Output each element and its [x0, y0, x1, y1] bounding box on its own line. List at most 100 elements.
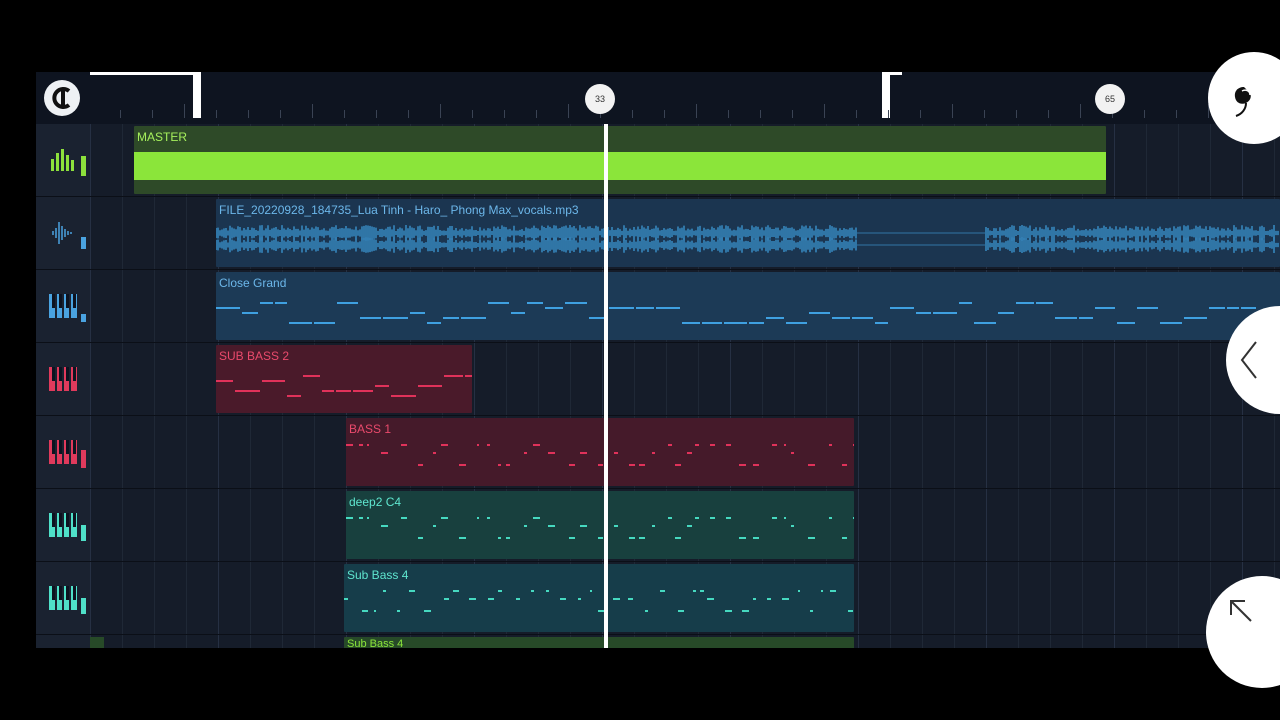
- note: [346, 517, 353, 519]
- note: [821, 590, 823, 592]
- note: [695, 517, 699, 519]
- note: [675, 537, 681, 539]
- note: [359, 444, 363, 446]
- note: [798, 590, 800, 592]
- note: [418, 537, 423, 539]
- clip-label: Close Grand: [219, 276, 287, 290]
- note: [418, 385, 442, 387]
- note: [808, 537, 815, 539]
- track-divider: [90, 415, 1280, 416]
- note: [702, 322, 722, 324]
- note: [336, 390, 351, 392]
- note: [262, 380, 285, 382]
- note: [367, 444, 369, 446]
- magnet-icon[interactable]: [44, 80, 80, 116]
- track-header-deep2[interactable]: [36, 489, 90, 562]
- ruler-tick: [408, 110, 409, 118]
- grid-line: [90, 124, 91, 648]
- note: [443, 317, 459, 319]
- level-meter: [81, 314, 86, 322]
- bar-marker-33[interactable]: 33: [585, 84, 615, 114]
- track-divider: [90, 196, 1280, 197]
- note: [533, 517, 540, 519]
- clip-bass-1[interactable]: BASS 1: [346, 418, 854, 486]
- piano-icon: [49, 513, 77, 537]
- note: [809, 312, 830, 314]
- note: [498, 537, 501, 539]
- note: [375, 385, 389, 387]
- note: [1016, 302, 1034, 304]
- note: [875, 322, 888, 324]
- clip-sub-bass-4-b[interactable]: Sub Bass 4: [344, 637, 854, 648]
- note: [580, 452, 587, 454]
- timeline-ruler[interactable]: 33 65: [90, 72, 1280, 124]
- track-header-bass-1[interactable]: [36, 416, 90, 489]
- clip-vocals-audio[interactable]: FILE_20220928_184735_Lua Tinh - Haro_ Ph…: [216, 199, 1280, 267]
- note: [687, 525, 692, 527]
- note: [749, 322, 764, 324]
- ruler-tick: [1176, 110, 1177, 118]
- note: [784, 517, 786, 519]
- note: [216, 380, 233, 382]
- note: [652, 525, 655, 527]
- ruler-tick: [632, 110, 633, 118]
- note: [381, 452, 388, 454]
- note: [998, 312, 1014, 314]
- note: [682, 322, 700, 324]
- loop-start-handle[interactable]: [193, 72, 201, 118]
- note: [687, 452, 692, 454]
- clip-fragment: [90, 637, 104, 648]
- note: [506, 464, 510, 466]
- ruler-tick: [536, 110, 537, 118]
- note: [786, 322, 807, 324]
- clip-sub-bass-4[interactable]: Sub Bass 4: [344, 564, 854, 632]
- note: [1055, 317, 1077, 319]
- track-header-close-grand[interactable]: [36, 270, 90, 343]
- ruler-tick: [504, 110, 505, 118]
- note: [766, 317, 784, 319]
- track-header-master[interactable]: [36, 124, 90, 197]
- playlist-grid[interactable]: MASTER FILE_20220928_184735_Lua Tinh - H…: [90, 124, 1280, 648]
- note: [235, 390, 260, 392]
- note: [830, 590, 836, 592]
- ruler-tick: [984, 110, 985, 118]
- timeline-ruler-bar[interactable]: 33 65: [36, 72, 1280, 124]
- ruler-tick: [952, 104, 953, 118]
- track-headers: [36, 124, 91, 648]
- ruler-tick: [1048, 110, 1049, 118]
- track-header-sub-bass-4[interactable]: [36, 562, 90, 635]
- clip-deep2-c4[interactable]: deep2 C4: [346, 491, 854, 559]
- note: [216, 307, 240, 309]
- note: [314, 322, 335, 324]
- note: [1184, 317, 1207, 319]
- note: [974, 322, 996, 324]
- ruler-tick: [1080, 104, 1081, 118]
- clip-close-grand[interactable]: Close Grand: [216, 272, 1280, 340]
- note: [628, 598, 633, 600]
- piano-icon: [49, 440, 77, 464]
- note: [401, 444, 407, 446]
- ruler-tick: [696, 104, 697, 118]
- clip-master[interactable]: MASTER: [134, 126, 1106, 194]
- note: [791, 525, 794, 527]
- ruler-tick: [568, 104, 569, 118]
- note: [383, 317, 408, 319]
- track-header-sub-bass-2[interactable]: [36, 343, 90, 416]
- note: [725, 610, 732, 612]
- note: [590, 590, 592, 592]
- ruler-tick: [120, 110, 121, 118]
- level-meter: [81, 525, 86, 541]
- ruler-tick: [728, 110, 729, 118]
- note: [569, 537, 575, 539]
- note: [767, 598, 771, 600]
- note: [444, 375, 463, 377]
- note: [629, 464, 635, 466]
- note: [444, 598, 449, 600]
- note: [829, 517, 832, 519]
- clip-sub-bass-2[interactable]: SUB BASS 2: [216, 345, 472, 413]
- bar-marker-65[interactable]: 65: [1095, 84, 1125, 114]
- playhead[interactable]: [604, 124, 608, 648]
- note: [842, 464, 847, 466]
- track-header-vocals[interactable]: [36, 197, 90, 270]
- note: [383, 590, 386, 592]
